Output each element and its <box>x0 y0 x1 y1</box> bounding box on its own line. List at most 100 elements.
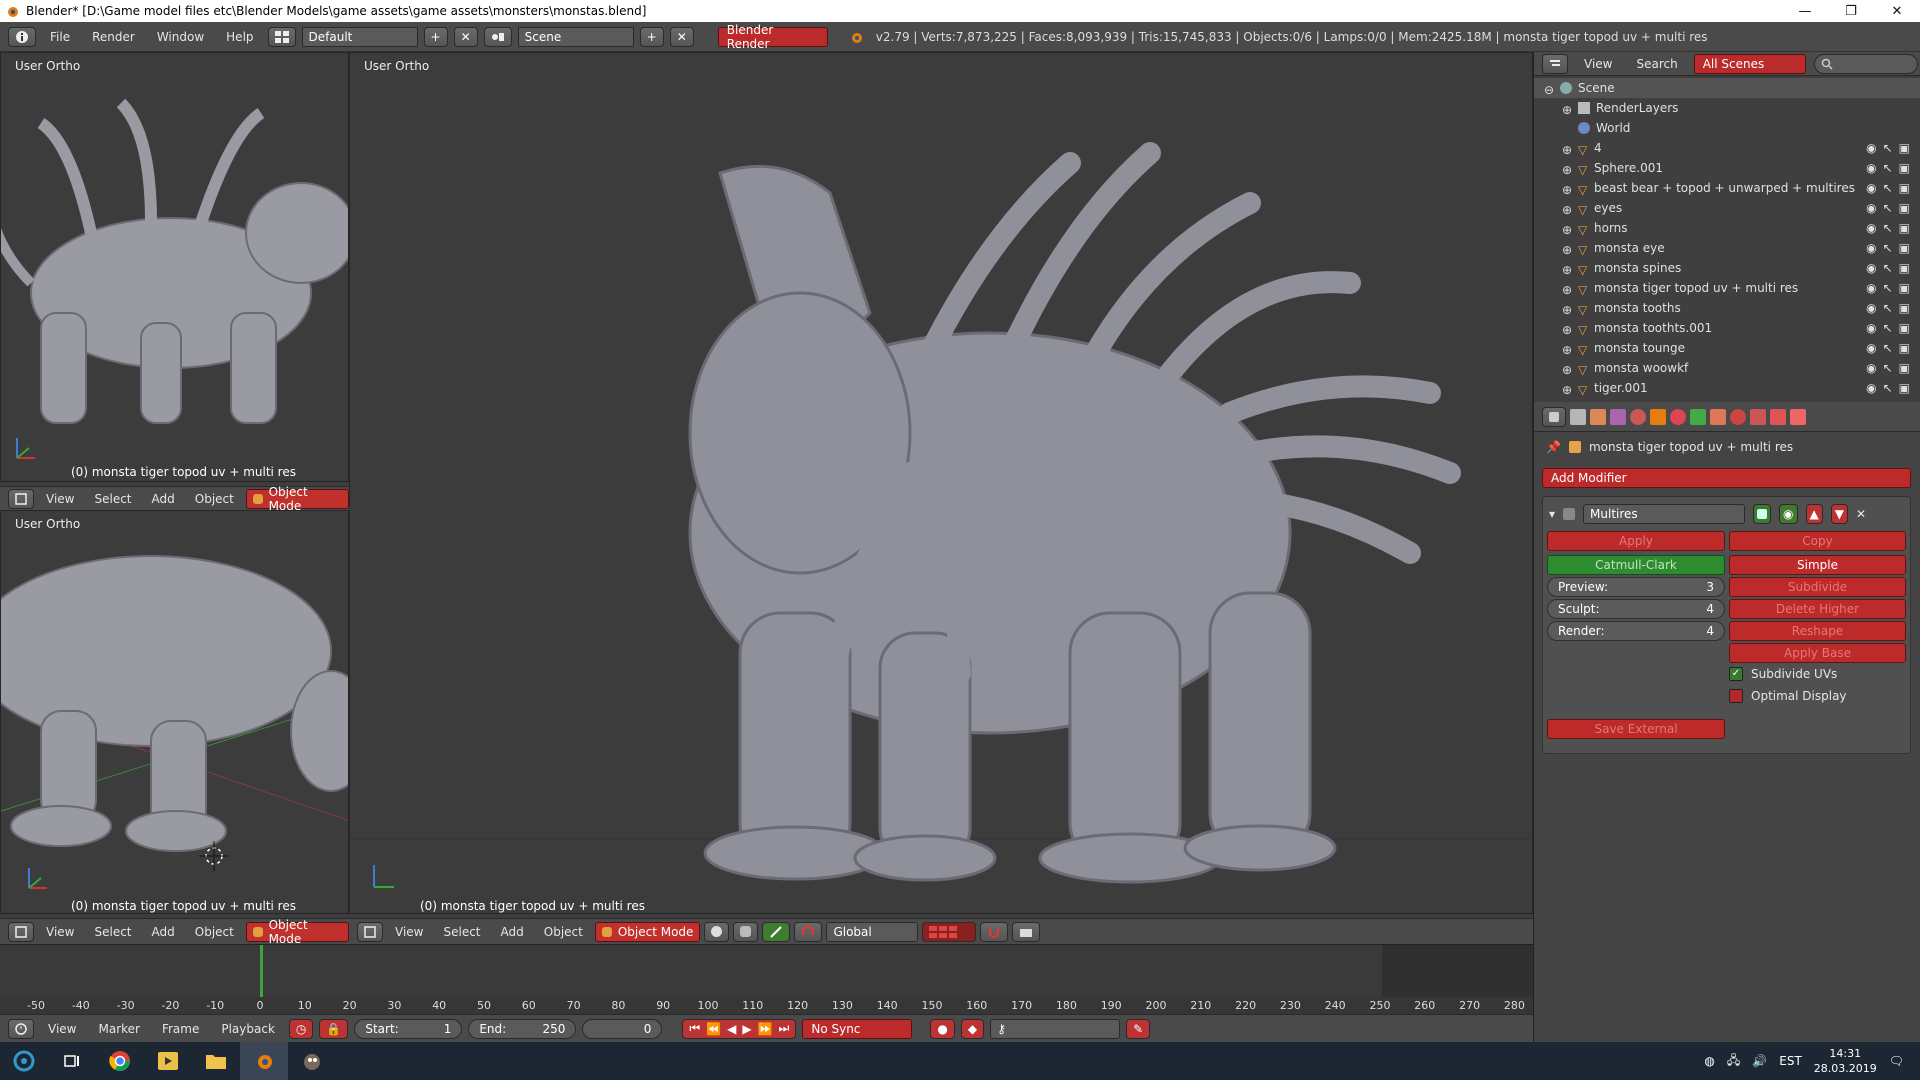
menu-add[interactable]: Add <box>493 925 532 939</box>
catmull-clark-toggle[interactable]: Catmull-Clark <box>1547 555 1725 575</box>
render-preview-button[interactable] <box>1012 921 1041 942</box>
insert-keyframe-button[interactable]: ✎ <box>1126 1018 1151 1039</box>
particles-tab-icon[interactable] <box>1770 408 1786 425</box>
outliner-item-object[interactable]: ⊕ ▽ tiger.001 ◉ ↖ ▣ <box>1534 378 1920 398</box>
outliner-item-object[interactable]: ⊕ ▽ monsta tiger topod uv + multi res ◉ ↖… <box>1534 278 1920 298</box>
copy-button[interactable]: Copy <box>1729 531 1906 551</box>
camera-icon[interactable]: ▣ <box>1899 381 1910 395</box>
texture-tab-icon[interactable] <box>1750 408 1766 425</box>
outliner-item-object[interactable]: ⊕ ▽ 4 ◉ ↖ ▣ <box>1534 138 1920 158</box>
delete-higher-button[interactable]: Delete Higher <box>1729 599 1906 619</box>
cursor-icon[interactable]: ↖ <box>1883 381 1893 395</box>
eye-icon[interactable]: ◉ <box>1866 381 1876 395</box>
close-window-button[interactable]: ✕ <box>1874 0 1920 22</box>
camera-icon[interactable]: ▣ <box>1899 361 1910 375</box>
save-external-button[interactable]: Save External <box>1547 719 1725 739</box>
eye-icon[interactable]: ◉ <box>1866 181 1876 195</box>
cursor-icon[interactable]: ↖ <box>1883 261 1893 275</box>
material-tab-icon[interactable] <box>1730 408 1746 425</box>
editor-type-3d-button[interactable] <box>8 921 34 942</box>
menu-view[interactable]: View <box>38 492 82 506</box>
cursor-icon[interactable]: ↖ <box>1883 181 1893 195</box>
camera-icon[interactable]: ▣ <box>1899 201 1910 215</box>
outliner-item-object[interactable]: ⊕ ▽ monsta tounge ◉ ↖ ▣ <box>1534 338 1920 358</box>
modifier-name-input[interactable]: Multires <box>1583 504 1746 524</box>
apply-base-button[interactable]: Apply Base <box>1729 643 1906 663</box>
show-in-render-toggle[interactable] <box>1753 504 1772 524</box>
object-mode-dropdown[interactable]: Object Mode <box>594 921 701 942</box>
menu-add[interactable]: Add <box>144 492 183 506</box>
object-mode-dropdown[interactable]: Object Mode <box>245 485 349 513</box>
chrome-taskbar-button[interactable] <box>96 1042 144 1080</box>
editor-type-info-button[interactable] <box>8 26 36 47</box>
menu-object[interactable]: Object <box>536 925 591 939</box>
eye-icon[interactable]: ◉ <box>1866 281 1876 295</box>
eye-icon[interactable]: ◉ <box>1866 241 1876 255</box>
camera-icon[interactable]: ▣ <box>1899 261 1910 275</box>
editor-type-3d-button[interactable] <box>8 488 34 509</box>
camera-icon[interactable]: ▣ <box>1899 301 1910 315</box>
viewport-bottom-left[interactable]: User Ortho (0) monsta tiger topod uv + m… <box>0 510 349 914</box>
show-in-viewport-toggle[interactable]: ◉ <box>1779 504 1798 524</box>
task-view-button[interactable] <box>48 1042 96 1080</box>
timeline-menu-view[interactable]: View <box>40 1022 84 1036</box>
sculpt-levels-field[interactable]: Sculpt: 4 <box>1547 599 1725 619</box>
remove-layout-button[interactable]: ✕ <box>453 26 478 47</box>
transform-orientation-dropdown[interactable]: Global <box>826 921 919 942</box>
cursor-icon[interactable]: ↖ <box>1883 301 1893 315</box>
viewport-shading-dropdown[interactable] <box>704 921 730 942</box>
add-scene-button[interactable]: + <box>639 26 664 47</box>
menu-window[interactable]: Window <box>149 30 212 44</box>
outliner-menu-view[interactable]: View <box>1576 57 1620 71</box>
timeline-area[interactable]: -50 -40 -30 -20 -10 0 10 20 30 40 50 60 70 80 90 100 110… <box>0 944 1533 1015</box>
jump-end-icon[interactable]: ⏭ <box>779 1021 790 1036</box>
move-down-button[interactable]: ▼ <box>1830 504 1848 524</box>
outliner-item-object[interactable]: ⊕ ▽ horns ◉ ↖ ▣ <box>1534 218 1920 238</box>
camera-icon[interactable]: ▣ <box>1899 161 1910 175</box>
outliner-search-input[interactable] <box>1813 53 1918 74</box>
menu-select[interactable]: Select <box>86 925 139 939</box>
outliner-item-object[interactable]: ⊕ ▽ monsta eye ◉ ↖ ▣ <box>1534 238 1920 258</box>
layers-grid[interactable] <box>922 921 977 942</box>
constraints-tab-icon[interactable] <box>1670 408 1686 425</box>
editor-type-timeline-button[interactable] <box>8 1018 34 1039</box>
cursor-icon[interactable]: ↖ <box>1883 361 1893 375</box>
eye-icon[interactable]: ◉ <box>1866 201 1876 215</box>
outliner-item-object[interactable]: ⊕ ▽ monsta tooths ◉ ↖ ▣ <box>1534 298 1920 318</box>
current-frame-indicator[interactable] <box>260 945 263 997</box>
cursor-icon[interactable]: ↖ <box>1883 141 1893 155</box>
outliner-display-mode-dropdown[interactable]: All Scenes <box>1693 53 1806 74</box>
eye-icon[interactable]: ◉ <box>1866 341 1876 355</box>
timeline-menu-frame[interactable]: Frame <box>154 1022 207 1036</box>
simple-toggle[interactable]: Simple <box>1729 555 1906 575</box>
eye-icon[interactable]: ◉ <box>1866 261 1876 275</box>
scene-selector[interactable] <box>483 26 512 47</box>
camera-icon[interactable]: ▣ <box>1899 281 1910 295</box>
menu-render[interactable]: Render <box>84 30 143 44</box>
scene-tab-icon[interactable] <box>1610 408 1626 425</box>
camera-icon[interactable]: ▣ <box>1899 341 1910 355</box>
render-tab-icon[interactable] <box>1570 408 1586 425</box>
outliner-item-object[interactable]: ⊕ ▽ monsta toothts.001 ◉ ↖ ▣ <box>1534 318 1920 338</box>
pivot-point-dropdown[interactable] <box>733 921 759 942</box>
scene-field[interactable]: Scene <box>517 26 634 47</box>
camera-icon[interactable]: ▣ <box>1899 221 1910 235</box>
world-tab-icon[interactable] <box>1630 408 1646 425</box>
play-reverse-icon[interactable]: ◀ <box>727 1022 736 1036</box>
manipulator-toggle[interactable] <box>762 921 791 942</box>
reshape-button[interactable]: Reshape <box>1729 621 1906 641</box>
jump-keyframe-forward-icon[interactable]: ⏩ <box>758 1022 773 1036</box>
add-layout-button[interactable]: + <box>423 26 448 47</box>
volume-icon[interactable]: 🔊 <box>1752 1054 1767 1068</box>
menu-help[interactable]: Help <box>218 30 261 44</box>
optimal-display-checkbox[interactable] <box>1729 689 1743 703</box>
editor-type-3d-button[interactable] <box>357 921 383 942</box>
network-icon[interactable]: 🖧 <box>1727 1051 1740 1072</box>
outliner-item-object[interactable]: ⊕ ▽ monsta spines ◉ ↖ ▣ <box>1534 258 1920 278</box>
camera-icon[interactable]: ▣ <box>1899 241 1910 255</box>
keying-set-button[interactable]: ◆ <box>960 1018 985 1039</box>
object-mode-dropdown[interactable]: Object Mode <box>245 918 349 946</box>
outliner-item-renderlayers[interactable]: ⊕ RenderLayers <box>1534 98 1920 118</box>
keying-set-field[interactable]: ⚷ <box>990 1018 1121 1039</box>
media-player-taskbar-button[interactable] <box>144 1042 192 1080</box>
